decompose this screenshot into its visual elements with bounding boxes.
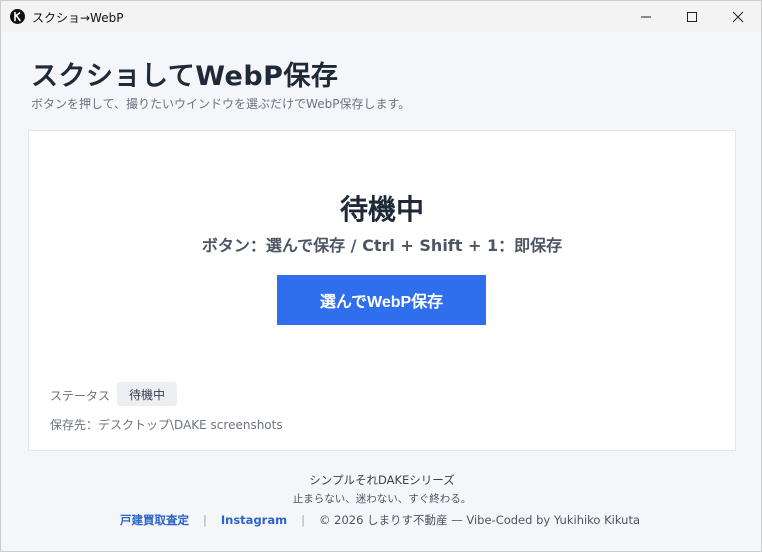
status-badge: 待機中 — [117, 382, 177, 406]
close-icon — [732, 11, 744, 22]
page-title: スクショしてWebP保存 — [31, 61, 339, 92]
window-title: スクショ→WebP — [32, 11, 124, 25]
footer-copyright: © 2026 しまりす不動産 — Vibe-Coded by Yukihiko … — [318, 513, 641, 527]
close-button[interactable] — [715, 1, 761, 32]
app-logo-icon — [10, 9, 25, 24]
page-subtitle: ボタンを押して、撮りたいウインドウを選ぶだけでWebP保存します。 — [31, 97, 411, 111]
footer-separator: | — [301, 513, 305, 527]
maximize-button[interactable] — [669, 1, 715, 32]
minimize-icon — [641, 16, 651, 17]
maximize-icon — [687, 11, 697, 22]
footer-link-instagram[interactable]: Instagram — [221, 513, 287, 527]
footer-link-appraisal[interactable]: 戸建買取査定 — [120, 512, 189, 528]
minimize-button[interactable] — [623, 1, 669, 32]
status-label: ステータス — [50, 389, 111, 403]
footer-separator: | — [203, 513, 207, 527]
select-and-save-button[interactable]: 選んでWebP保存 — [277, 275, 486, 325]
app-window: スクショ→WebP スクショしてWebP保存 ボタンを押して、撮りたいウインドウ… — [0, 0, 762, 552]
state-description: ボタン：選んで保存 / Ctrl + Shift + 1：即保存 — [201, 236, 563, 255]
title-bar[interactable]: スクショ→WebP — [1, 1, 761, 32]
state-title: 待機中 — [339, 193, 424, 226]
save-path-text: 保存先：デスクトップ\DAKE screenshots — [50, 418, 283, 432]
footer-links: 戸建買取査定 | Instagram | © 2026 しまりす不動産 — Vi… — [120, 512, 640, 528]
footer-tagline: 止まらない、迷わない、すぐ終わる。 — [292, 493, 472, 505]
footer-series: シンプルそれDAKEシリーズ — [309, 473, 455, 487]
main-card: 待機中 ボタン：選んで保存 / Ctrl + Shift + 1：即保存 選んで… — [28, 130, 736, 451]
